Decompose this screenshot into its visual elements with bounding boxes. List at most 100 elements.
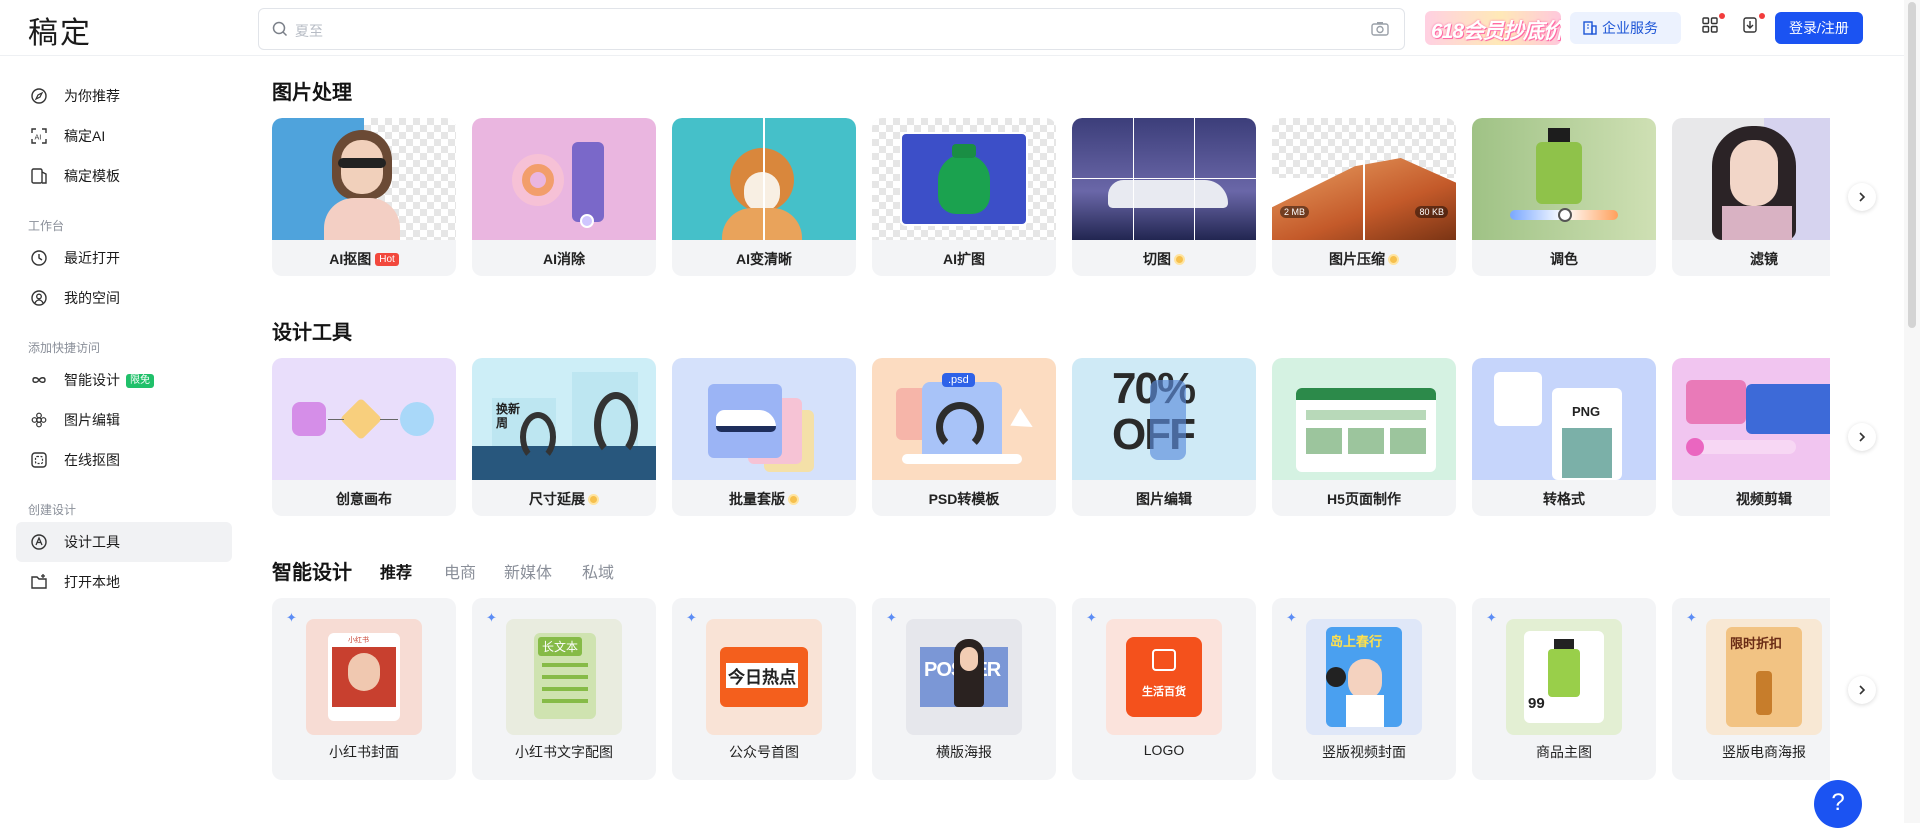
sidebar-item-recommend[interactable]: 为你推荐: [16, 76, 232, 116]
tab-private-domain[interactable]: 私域: [582, 559, 614, 583]
tool-label: PSD转模板: [928, 491, 1000, 507]
notification-dot: [1719, 13, 1725, 19]
smart-design-row: ✦ 小红书 小红书封面 ✦ 长文本 小红书文字配图 ✦ 今日热点 公众号首图 ✦: [272, 598, 1830, 784]
tool-label: AI抠图: [329, 251, 372, 267]
search-placeholder: 夏至: [295, 23, 323, 39]
next-arrow-button[interactable]: [1848, 423, 1876, 451]
template-card-product-main[interactable]: ✦ 99 商品主图: [1472, 598, 1656, 780]
apps-grid-icon[interactable]: [1701, 13, 1725, 36]
enterprise-service-button[interactable]: 企业服务: [1570, 12, 1681, 44]
tab-ecommerce[interactable]: 电商: [444, 559, 476, 583]
tool-card-filter[interactable]: 滤镜: [1672, 118, 1830, 276]
scrollbar-thumb[interactable]: [1908, 2, 1916, 328]
sparkle-icon: ✦: [686, 610, 697, 625]
template-card-landscape-poster[interactable]: ✦ POSTER 横版海报: [872, 598, 1056, 780]
tool-card-psd-template[interactable]: .psd PSD转模板: [872, 358, 1056, 516]
tool-card-color-grade[interactable]: 调色: [1472, 118, 1656, 276]
tool-card-h5[interactable]: H5页面制作: [1272, 358, 1456, 516]
camera-icon[interactable]: [1370, 20, 1390, 38]
tool-thumb: [1672, 118, 1830, 240]
thumb-text: 长文本: [538, 637, 583, 656]
thumb-text: 限时折扣: [1730, 636, 1783, 651]
tool-label: 视频剪辑: [1736, 491, 1792, 507]
tool-thumb: [672, 118, 856, 240]
sidebar-item-templates[interactable]: 稿定模板: [16, 156, 232, 196]
tool-thumb: [1672, 358, 1830, 480]
sidebar-item-cutout[interactable]: 在线抠图: [16, 440, 232, 480]
promo-banner[interactable]: 618会员抄底价: [1425, 11, 1561, 45]
tool-thumb: 70% OFF: [1072, 358, 1256, 480]
tool-thumb: [672, 358, 856, 480]
next-arrow-button[interactable]: [1848, 183, 1876, 211]
page-scrollbar[interactable]: [1904, 0, 1920, 823]
sidebar: 为你推荐 AI 稿定AI 稿定模板 工作台 最近打开 我的空间 添加快捷访问 智…: [0, 57, 240, 823]
tool-card-video-edit[interactable]: 视频剪辑: [1672, 358, 1830, 516]
tool-thumb: [472, 118, 656, 240]
tool-label: 切图: [1143, 251, 1171, 267]
tool-label: H5页面制作: [1327, 491, 1401, 507]
template-label: 小红书文字配图: [515, 744, 613, 760]
chevron-right-icon: [1859, 432, 1866, 442]
tool-card-image-edit[interactable]: 70% OFF 图片编辑: [1072, 358, 1256, 516]
template-label: 竖版视频封面: [1322, 744, 1406, 760]
sparkle-icon: ✦: [1486, 610, 1497, 625]
template-icon: [31, 168, 47, 184]
next-arrow-button[interactable]: [1848, 676, 1876, 704]
template-thumb: 岛上春行: [1306, 619, 1422, 735]
login-register-button[interactable]: 登录/注册: [1775, 12, 1863, 44]
tool-thumb: [872, 118, 1056, 240]
compress-after-label: 80 KB: [1415, 206, 1448, 218]
tool-card-convert-format[interactable]: PNG 转格式: [1472, 358, 1656, 516]
coin-icon: [1174, 254, 1185, 265]
folder-plus-icon: [31, 574, 47, 589]
template-card-logo[interactable]: ✦ 生活百货 LOGO: [1072, 598, 1256, 780]
tool-card-ai-erase[interactable]: AI消除: [472, 118, 656, 276]
template-card-vertical-video-cover[interactable]: ✦ 岛上春行 竖版视频封面: [1272, 598, 1456, 780]
template-card-xhs-cover[interactable]: ✦ 小红书 小红书封面: [272, 598, 456, 780]
thumb-text: 生活百货: [1142, 686, 1186, 698]
search-icon: [272, 21, 288, 37]
sidebar-item-design-tools[interactable]: 设计工具: [16, 522, 232, 562]
tool-card-ai-cutout[interactable]: AI抠图 Hot: [272, 118, 456, 276]
thumb-text: 99: [1528, 695, 1545, 712]
tool-card-batch[interactable]: 批量套版: [672, 358, 856, 516]
tool-card-compress[interactable]: 2 MB 80 KB 图片压缩: [1272, 118, 1456, 276]
template-card-vertical-ecommerce-poster[interactable]: ✦ 限时折扣 竖版电商海报: [1672, 598, 1830, 780]
tool-card-resize[interactable]: 换新周 尺寸延展: [472, 358, 656, 516]
template-label: 横版海报: [936, 744, 992, 760]
sidebar-item-smart-design[interactable]: 智能设计 限免: [16, 360, 232, 400]
tool-card-ai-expand[interactable]: AI扩图: [872, 118, 1056, 276]
sidebar-item-my-space[interactable]: 我的空间: [16, 278, 232, 318]
section-title-smart-design: 智能设计: [272, 562, 352, 584]
tool-thumb: [1072, 118, 1256, 240]
sidebar-item-open-local[interactable]: 打开本地: [16, 562, 232, 602]
tool-thumb: [1472, 118, 1656, 240]
tool-label: AI变清晰: [736, 251, 792, 267]
template-thumb: 小红书: [306, 619, 422, 735]
tool-card-creative-canvas[interactable]: 创意画布: [272, 358, 456, 516]
download-icon[interactable]: [1741, 13, 1765, 36]
sidebar-item-recent[interactable]: 最近打开: [16, 238, 232, 278]
coin-icon: [588, 494, 599, 505]
search-box[interactable]: 夏至: [258, 8, 1405, 50]
tool-card-slice[interactable]: 切图: [1072, 118, 1256, 276]
app-logo[interactable]: 稿定: [28, 8, 92, 52]
tab-recommend[interactable]: 推荐: [380, 559, 412, 583]
help-button[interactable]: ?: [1814, 780, 1862, 828]
tool-label: 批量套版: [729, 491, 785, 507]
image-processing-row: AI抠图 Hot AI消除 AI变清晰 AI扩图 切图 2 MB 80 KB 图…: [272, 118, 1830, 278]
tool-card-ai-enhance[interactable]: AI变清晰: [672, 118, 856, 276]
template-card-xhs-text[interactable]: ✦ 长文本 小红书文字配图: [472, 598, 656, 780]
tool-thumb: [1272, 358, 1456, 480]
template-card-wechat-header[interactable]: ✦ 今日热点 公众号首图: [672, 598, 856, 780]
sidebar-item-image-edit[interactable]: 图片编辑: [16, 400, 232, 440]
free-badge: 限免: [126, 374, 154, 388]
tool-thumb: [272, 358, 456, 480]
top-bar: 稿定 夏至 618会员抄底价 企业服务 登录/注册: [0, 0, 1904, 56]
tab-new-media[interactable]: 新媒体: [504, 559, 552, 583]
tool-label: AI消除: [543, 251, 585, 267]
tool-label: 尺寸延展: [529, 491, 585, 507]
template-label: 竖版电商海报: [1722, 744, 1806, 760]
sidebar-item-ai[interactable]: AI 稿定AI: [16, 116, 232, 156]
user-icon: [31, 290, 47, 306]
